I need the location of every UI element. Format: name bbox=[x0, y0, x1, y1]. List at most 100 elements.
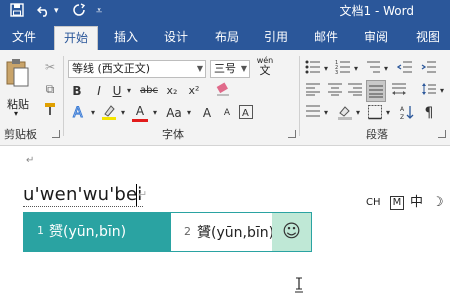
chevron-down-icon[interactable]: ▾ bbox=[384, 104, 392, 122]
paragraph-launcher-icon[interactable] bbox=[438, 130, 446, 138]
tab-mailings[interactable]: 邮件 bbox=[308, 26, 344, 50]
subscript-button[interactable]: x₂ bbox=[164, 82, 180, 100]
chevron-down-icon[interactable]: ▾ bbox=[322, 104, 330, 122]
tab-file[interactable]: 文件 bbox=[6, 26, 42, 50]
phonetic-char: 文 bbox=[259, 64, 271, 77]
group-divider bbox=[63, 56, 64, 136]
svg-text:A: A bbox=[242, 108, 249, 119]
chevron-down-icon[interactable]: ▾ bbox=[354, 104, 362, 122]
undo-icon[interactable] bbox=[36, 3, 51, 22]
font-color-button[interactable]: A bbox=[132, 102, 148, 122]
font-size-select[interactable]: 三号 ▼ bbox=[210, 60, 250, 78]
distributed-icon[interactable] bbox=[390, 82, 408, 100]
clipboard-group-label: 剪贴板 bbox=[4, 128, 37, 141]
chevron-down-icon[interactable]: ▾ bbox=[352, 60, 360, 78]
borders-icon[interactable] bbox=[366, 104, 384, 122]
emoji-icon[interactable]: ☺ bbox=[272, 213, 311, 251]
highlight-color-icon[interactable] bbox=[100, 104, 118, 122]
chevron-down-icon[interactable]: ▾ bbox=[322, 60, 330, 78]
line-spacing-icon[interactable] bbox=[420, 82, 438, 100]
grow-font-button[interactable]: A bbox=[198, 104, 216, 122]
bold-button[interactable]: B bbox=[70, 82, 84, 100]
clear-formatting-icon[interactable] bbox=[214, 82, 232, 100]
clipboard-launcher-icon[interactable] bbox=[52, 130, 60, 138]
tab-design[interactable]: 设计 bbox=[158, 26, 194, 50]
increase-indent-icon[interactable] bbox=[420, 60, 438, 78]
font-size-value: 三号 bbox=[214, 62, 236, 75]
group-divider bbox=[299, 56, 300, 136]
sort-icon[interactable]: AZ bbox=[398, 104, 416, 122]
redo-icon[interactable] bbox=[72, 3, 86, 22]
bullets-icon[interactable] bbox=[304, 60, 322, 78]
show-marks-icon[interactable]: ¶ bbox=[420, 104, 438, 122]
ime-language-indicator[interactable]: CH bbox=[366, 194, 381, 212]
undo-dropdown-icon[interactable]: ▾ bbox=[54, 3, 59, 19]
phonetic-guide-button[interactable]: wén 文 bbox=[254, 56, 276, 78]
superscript-button[interactable]: x² bbox=[186, 82, 202, 100]
chevron-down-icon[interactable]: ▾ bbox=[438, 82, 446, 100]
chevron-down-icon[interactable]: ▾ bbox=[118, 104, 128, 122]
ime-mode-button[interactable]: M bbox=[390, 196, 404, 210]
text-caret bbox=[136, 184, 137, 206]
title-bar: ▾ ⩡ 文档1 - Word bbox=[0, 0, 450, 22]
paragraph-mark: ↵ bbox=[26, 155, 35, 166]
tab-view[interactable]: 视图 bbox=[410, 26, 446, 50]
tab-review[interactable]: 审阅 bbox=[358, 26, 394, 50]
align-right-icon[interactable] bbox=[346, 82, 364, 100]
chevron-down-icon[interactable]: ▾ bbox=[382, 60, 390, 78]
chinese-layout-icon[interactable] bbox=[304, 104, 322, 122]
decrease-indent-icon[interactable] bbox=[396, 60, 414, 78]
tab-insert[interactable]: 插入 bbox=[108, 26, 144, 50]
tab-home[interactable]: 开始 bbox=[54, 26, 98, 50]
format-painter-icon[interactable] bbox=[42, 102, 58, 120]
chevron-down-icon: ▼ bbox=[240, 64, 247, 73]
svg-text:A: A bbox=[73, 105, 83, 120]
align-left-icon[interactable] bbox=[304, 82, 322, 100]
paste-icon bbox=[6, 59, 29, 87]
window-title: 文档1 - Word bbox=[339, 4, 414, 18]
font-launcher-icon[interactable] bbox=[288, 130, 296, 138]
ribbon-tabs: 文件 开始 插入 设计 布局 引用 邮件 审阅 视图 bbox=[0, 22, 450, 50]
copy-icon[interactable]: ⧉ bbox=[42, 80, 58, 98]
font-name-value: 等线 (西文正文) bbox=[72, 62, 151, 75]
tab-references[interactable]: 引用 bbox=[258, 26, 294, 50]
ime-chinese-toggle[interactable]: 中 bbox=[410, 194, 423, 212]
moon-icon[interactable]: ☽ bbox=[432, 194, 444, 212]
save-icon[interactable] bbox=[10, 3, 24, 22]
align-center-icon[interactable] bbox=[326, 82, 344, 100]
strikethrough-button[interactable]: abc bbox=[138, 82, 160, 100]
candidate-number: 2 bbox=[184, 225, 191, 238]
shading-icon[interactable] bbox=[336, 104, 354, 122]
justify-icon[interactable] bbox=[366, 80, 386, 102]
text-effects-icon[interactable]: A bbox=[70, 104, 88, 122]
ribbon: 粘贴 ▾ ✂ ⧉ 剪贴板 等线 (西文正文) ▼ 三号 ▼ wén 文 B I … bbox=[0, 50, 450, 146]
candidate-text: 贇(yūn,bīn) bbox=[197, 225, 275, 241]
paragraph-group-label: 段落 bbox=[366, 128, 388, 141]
font-group-label: 字体 bbox=[162, 128, 184, 141]
tab-layout[interactable]: 布局 bbox=[209, 26, 245, 50]
change-case-button[interactable]: Aa bbox=[164, 104, 184, 122]
candidate-number: 1 bbox=[37, 224, 44, 237]
cut-icon[interactable]: ✂ bbox=[42, 58, 58, 76]
svg-text:A: A bbox=[400, 106, 405, 113]
paste-dropdown-icon: ▾ bbox=[14, 109, 19, 118]
italic-button[interactable]: I bbox=[92, 82, 106, 100]
chevron-down-icon[interactable]: ▾ bbox=[150, 104, 160, 122]
chevron-down-icon[interactable]: ▾ bbox=[184, 104, 194, 122]
underline-button[interactable]: U bbox=[110, 82, 124, 100]
multilevel-list-icon[interactable] bbox=[364, 60, 382, 78]
paragraph-end-mark: ↵ bbox=[138, 188, 148, 201]
font-name-select[interactable]: 等线 (西文正文) ▼ bbox=[68, 60, 206, 78]
numbering-icon[interactable]: 123 bbox=[334, 60, 352, 78]
shrink-font-button[interactable]: A bbox=[218, 104, 236, 122]
chevron-down-icon[interactable]: ▾ bbox=[124, 82, 134, 100]
ime-toolbar: CH M 中 ☽ bbox=[366, 194, 450, 212]
paste-button[interactable]: 粘贴 ▾ bbox=[4, 58, 34, 118]
svg-text:Z: Z bbox=[400, 114, 404, 120]
ime-candidate-window: 1 赟(yūn,bīn) 2 贇(yūn,bīn) bbox=[23, 212, 312, 252]
chevron-down-icon[interactable]: ⩡ bbox=[96, 3, 102, 19]
char-border-icon[interactable]: A bbox=[236, 104, 256, 122]
chevron-down-icon[interactable]: ▾ bbox=[88, 104, 98, 122]
candidate-item[interactable]: 1 赟(yūn,bīn) bbox=[23, 212, 147, 252]
chevron-down-icon: ▼ bbox=[196, 64, 203, 73]
